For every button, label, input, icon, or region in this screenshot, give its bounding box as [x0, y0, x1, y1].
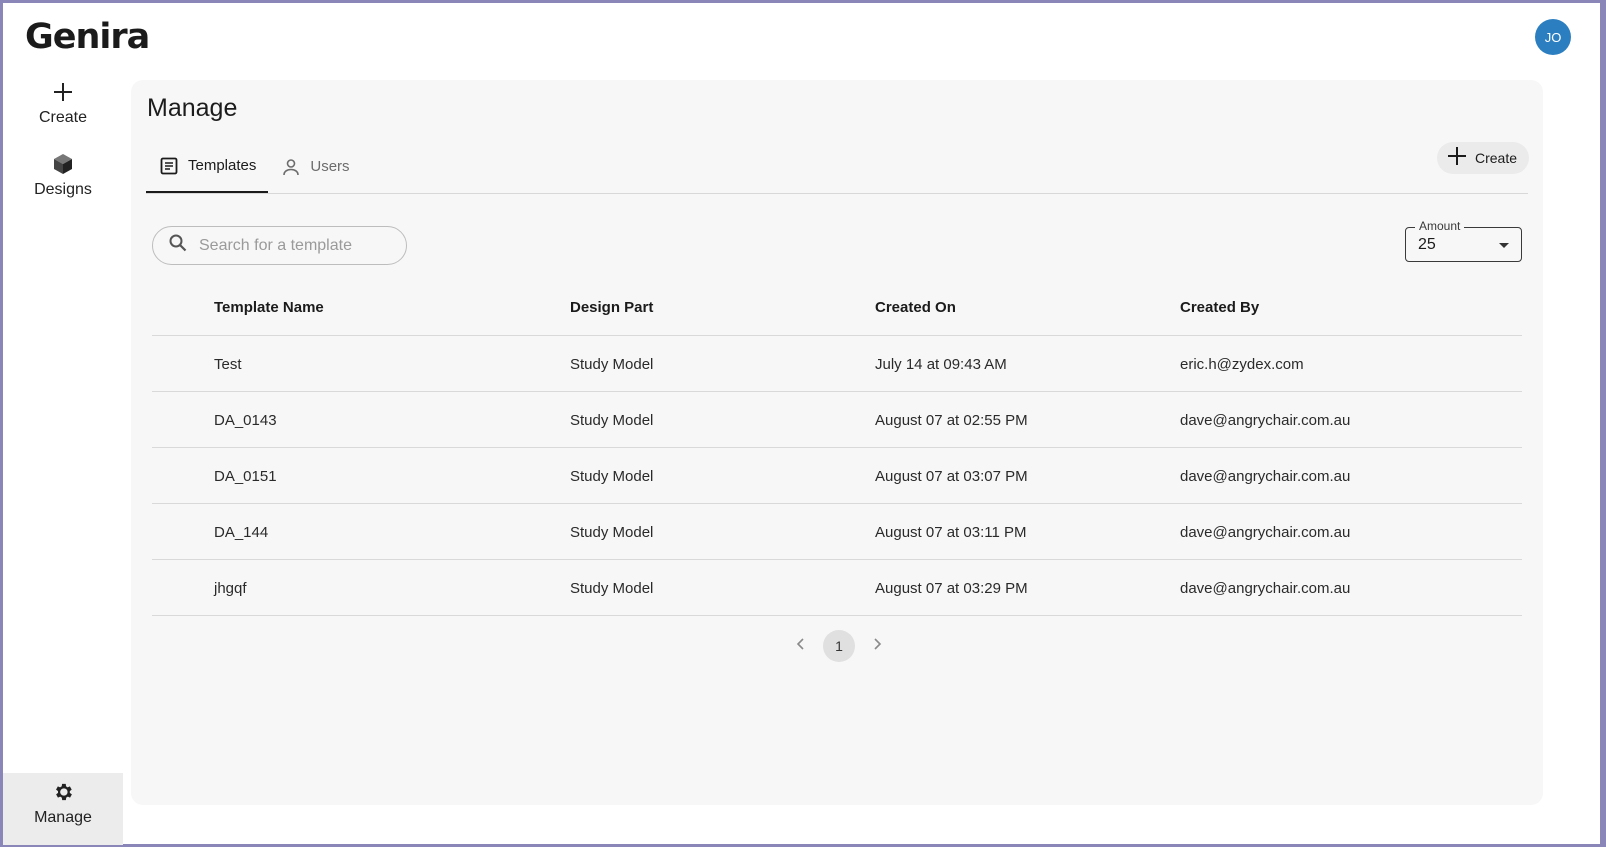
created-by-cell: dave@angrychair.com.au — [1180, 580, 1351, 597]
column-header[interactable]: Created By — [1180, 299, 1259, 316]
created-by-cell: dave@angrychair.com.au — [1180, 468, 1351, 485]
chevron-right-icon[interactable] — [867, 637, 887, 655]
table-row[interactable]: Test Study Model July 14 at 09:43 AM eri… — [152, 336, 1522, 392]
plus-icon — [3, 81, 123, 105]
search-input[interactable] — [199, 236, 389, 255]
created-on-cell: August 07 at 02:55 PM — [875, 412, 1028, 429]
created-on-cell: August 07 at 03:29 PM — [875, 580, 1028, 597]
gear-icon — [3, 781, 123, 805]
pagination: 1 — [791, 630, 887, 662]
create-button-label: Create — [1474, 150, 1517, 166]
user-avatar[interactable]: JO — [1535, 19, 1571, 55]
nav-create-label: Create — [38, 109, 88, 126]
created-on-cell: July 14 at 09:43 AM — [875, 356, 1007, 373]
created-on-cell: August 07 at 03:11 PM — [875, 524, 1027, 541]
design-part-cell: Study Model — [570, 524, 654, 541]
table-row[interactable]: DA_0151 Study Model August 07 at 03:07 P… — [152, 448, 1522, 504]
tabs-divider — [146, 193, 1528, 194]
table-header-row: Template Name Design Part Created On Cre… — [152, 280, 1522, 336]
page-title: Manage — [147, 94, 238, 122]
tab-users[interactable]: Users — [268, 140, 361, 193]
search-box[interactable] — [152, 226, 407, 265]
create-template-button[interactable]: Create — [1436, 142, 1529, 174]
search-icon — [169, 234, 187, 257]
nav-designs-label: Designs — [34, 181, 92, 198]
templates-table: Template Name Design Part Created On Cre… — [152, 280, 1522, 616]
created-by-cell: dave@angrychair.com.au — [1180, 524, 1351, 541]
design-part-cell: Study Model — [570, 580, 654, 597]
user-icon — [282, 158, 300, 176]
created-on-cell: August 07 at 03:07 PM — [875, 468, 1028, 485]
template-name-cell: DA_0143 — [214, 412, 277, 429]
amount-label: Amount — [1415, 219, 1465, 233]
nav-create[interactable]: Create — [3, 81, 123, 127]
nav-manage-label: Manage — [34, 809, 92, 826]
page-button[interactable]: 1 — [823, 630, 855, 662]
design-part-cell: Study Model — [570, 356, 654, 373]
template-name-cell: DA_144 — [214, 524, 269, 541]
created-by-cell: dave@angrychair.com.au — [1180, 412, 1351, 429]
plus-icon — [1447, 146, 1467, 171]
template-name-cell: DA_0151 — [214, 468, 277, 485]
design-part-cell: Study Model — [570, 412, 654, 429]
app-logo: Genira — [25, 17, 150, 57]
app-window: Genira JO Create Designs Manage Manage T… — [3, 3, 1600, 845]
design-part-cell: Study Model — [570, 468, 654, 485]
created-by-cell: eric.h@zydex.com — [1180, 356, 1304, 373]
tab-templates[interactable]: Templates — [146, 140, 269, 193]
tab-bar: Templates Users — [146, 140, 362, 193]
nav-designs[interactable]: Designs — [3, 153, 123, 199]
cube-icon — [3, 153, 123, 177]
tab-users-label: Users — [310, 158, 350, 175]
main-panel: Manage Templates Users Create Search for… — [131, 80, 1543, 805]
column-header[interactable]: Design Part — [570, 299, 653, 316]
document-list-icon — [160, 157, 178, 175]
chevron-left-icon[interactable] — [791, 637, 811, 655]
column-header[interactable]: Template Name — [214, 299, 324, 316]
nav-manage[interactable]: Manage — [3, 773, 123, 845]
caret-down-icon — [1499, 243, 1509, 248]
template-name-cell: jhgqf — [214, 580, 247, 597]
table-row[interactable]: DA_0143 Study Model August 07 at 02:55 P… — [152, 392, 1522, 448]
table-row[interactable]: DA_144 Study Model August 07 at 03:11 PM… — [152, 504, 1522, 560]
amount-value: 25 — [1418, 236, 1436, 253]
column-header[interactable]: Created On — [875, 299, 956, 316]
table-row[interactable]: jhgqf Study Model August 07 at 03:29 PM … — [152, 560, 1522, 616]
tab-templates-label: Templates — [188, 157, 257, 174]
template-name-cell: Test — [214, 356, 242, 373]
amount-select[interactable]: Amount 25 — [1405, 219, 1522, 262]
